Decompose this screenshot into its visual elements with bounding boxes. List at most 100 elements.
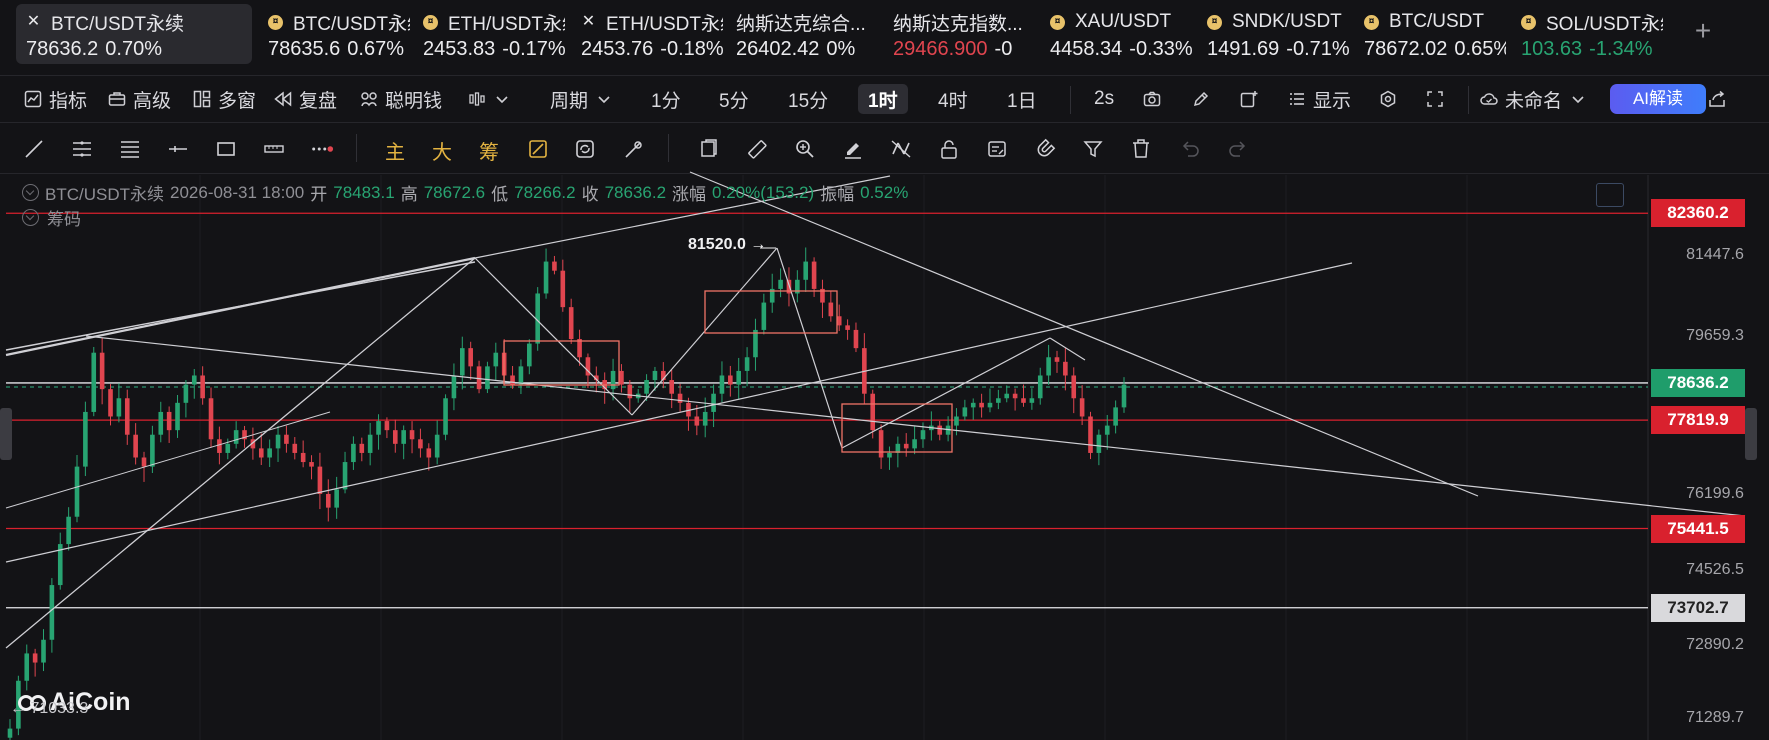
candle-body — [1096, 434, 1102, 453]
candle-body — [903, 443, 909, 449]
candle-body — [778, 279, 783, 289]
candle-body — [577, 339, 582, 358]
candle-body — [183, 384, 189, 403]
candle-body — [7, 728, 13, 738]
candle-body — [1012, 393, 1018, 399]
candle-body — [979, 402, 984, 408]
left-panel-handle[interactable] — [0, 408, 12, 460]
trendline — [5, 261, 476, 351]
candle-body — [912, 439, 917, 449]
candle-body — [133, 434, 138, 458]
candle-body — [267, 448, 272, 458]
candlestick-chart[interactable] — [0, 0, 1769, 740]
candle-body — [744, 357, 750, 371]
candle-body — [510, 375, 515, 385]
candle-body — [342, 462, 348, 490]
candle-body — [41, 639, 46, 663]
candle-body — [208, 398, 214, 440]
candle-body — [284, 434, 289, 444]
info-datetime: 2026-08-31 18:00 — [170, 182, 305, 202]
candle-body — [309, 462, 314, 467]
candle-body — [83, 411, 88, 467]
axis-tick-label: 76199.6 — [1686, 484, 1744, 502]
trendline — [689, 171, 1479, 497]
collapse-chevron-icon[interactable] — [22, 209, 39, 226]
candle-body — [275, 434, 281, 449]
candle-body — [652, 370, 658, 381]
candle-body — [434, 434, 440, 458]
expand-chart-icon[interactable] — [1596, 183, 1624, 207]
candle-body — [24, 653, 30, 681]
price-tag: 77819.9 — [1651, 406, 1745, 435]
candle-body — [702, 411, 708, 426]
candle-body — [376, 421, 381, 435]
candle-body — [552, 261, 557, 271]
trendline — [474, 257, 633, 416]
candle-body — [292, 443, 298, 453]
candle-body — [954, 416, 959, 426]
candle-body — [568, 307, 574, 340]
candle-body — [317, 466, 323, 494]
candle-body — [99, 352, 105, 390]
axis-tick-label: 81447.6 — [1686, 245, 1744, 263]
candle-body — [970, 402, 976, 408]
candle-body — [493, 352, 499, 367]
price-tag: 82360.2 — [1651, 199, 1745, 228]
candle-body — [1079, 398, 1085, 417]
candle-body — [627, 384, 633, 399]
candle-body — [736, 370, 742, 385]
candle-body — [49, 585, 55, 640]
collapse-chevron-icon[interactable] — [22, 184, 39, 201]
low-value: 78266.2 — [514, 182, 576, 202]
candle-body — [987, 402, 993, 408]
candle-body — [141, 457, 147, 467]
right-panel-handle[interactable] — [1745, 408, 1757, 460]
open-value: 78483.1 — [333, 182, 395, 202]
axis-tick-label: 74526.5 — [1686, 561, 1744, 579]
candle-body — [367, 434, 373, 453]
candle-body — [1088, 416, 1093, 453]
candle-body — [468, 348, 473, 367]
candle-body — [459, 348, 465, 376]
candle-body — [418, 439, 423, 449]
trendline — [776, 247, 843, 449]
candle-body — [728, 375, 733, 385]
candle-body — [384, 421, 390, 431]
candle-body — [158, 411, 164, 435]
candle-body — [91, 352, 97, 412]
candle-body — [1063, 361, 1068, 376]
candle-body — [543, 261, 549, 294]
candle-body — [610, 370, 616, 390]
amplitude-value: 0.52% — [860, 182, 909, 202]
candle-body — [1121, 384, 1127, 408]
min-price-marker: ← 71033.3 — [10, 700, 89, 717]
candle-body — [828, 302, 834, 317]
candle-body — [443, 398, 448, 435]
candle-body — [753, 329, 758, 358]
price-tag: 73702.7 — [1651, 593, 1745, 622]
candle-body — [1054, 357, 1060, 362]
candle-body — [409, 430, 415, 440]
close-value: 78636.2 — [604, 182, 667, 202]
candle-body — [401, 430, 406, 444]
candle-body — [217, 439, 222, 453]
candle-body — [619, 370, 624, 385]
candle-body — [1037, 375, 1043, 399]
candle-body — [124, 398, 130, 435]
candle-body — [644, 380, 649, 394]
low-label: 低 — [491, 185, 509, 204]
candle-body — [108, 389, 113, 417]
amplitude-label: 振幅 — [820, 185, 855, 204]
candle-body — [200, 375, 205, 399]
candle-body — [334, 489, 339, 508]
candle-body — [225, 443, 231, 453]
candle-body — [150, 434, 155, 467]
candle-body — [669, 380, 675, 394]
candle-body — [74, 466, 80, 517]
candle-body — [887, 452, 892, 458]
candle-body — [811, 261, 817, 289]
candle-body — [719, 375, 725, 394]
candle-body — [451, 375, 457, 399]
candle-body — [175, 402, 180, 431]
candle-body — [426, 448, 432, 458]
